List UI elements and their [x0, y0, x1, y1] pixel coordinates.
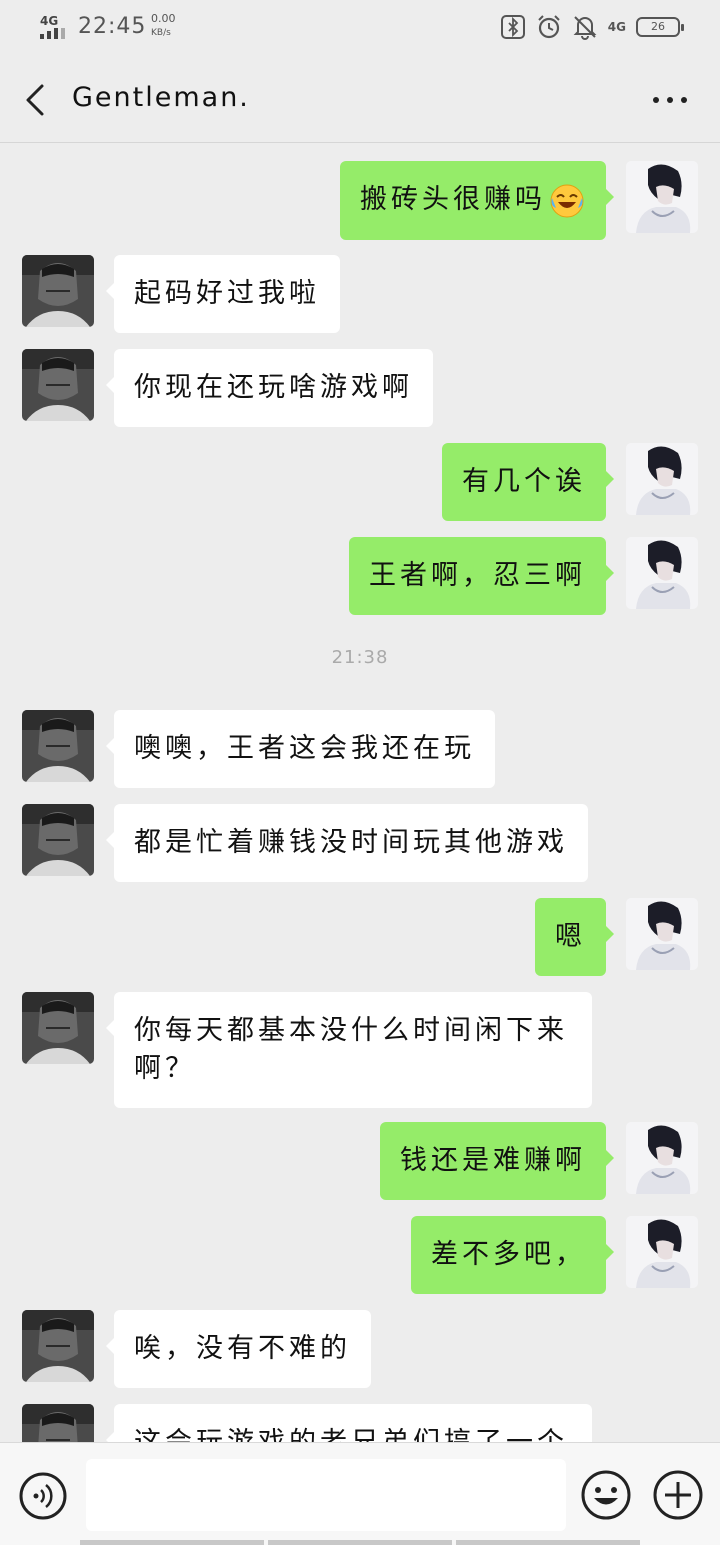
message-text: 嗯 — [555, 921, 586, 952]
message-bubble-received[interactable]: 你每天都基本没什么时间闲下来啊？ — [106, 992, 592, 1108]
message-bubble-received[interactable]: 这会玩游戏的老兄弟们搞了一个 — [106, 1404, 592, 1442]
message-text: 钱还是难赚啊 — [400, 1145, 586, 1176]
my-avatar[interactable] — [626, 1122, 698, 1194]
contact-avatar[interactable] — [22, 349, 94, 421]
my-avatar[interactable] — [626, 537, 698, 609]
message-text: 有几个诶 — [462, 466, 586, 497]
message-text: 都是忙着赚钱没时间玩其他游戏 — [134, 827, 568, 858]
chat-title: Gentleman. — [72, 82, 250, 113]
speed-value: 0.00 — [151, 12, 176, 25]
mute-bell-icon — [573, 16, 597, 40]
my-avatar[interactable] — [626, 898, 698, 970]
signal-icon — [40, 28, 65, 39]
status-icons: 4G 26 — [500, 14, 684, 40]
message-bubble-received[interactable]: 噢噢，王者这会我还在玩 — [106, 710, 495, 788]
message-list[interactable]: 搬砖头很赚吗 起码好过我啦 你现在还玩啥游戏啊 有几个诶 王者啊，忍三啊 21:… — [0, 143, 720, 1442]
network-type: 4G — [40, 14, 59, 28]
contact-avatar[interactable] — [22, 1310, 94, 1382]
status-time: 22:45 — [78, 14, 147, 39]
voice-button[interactable] — [18, 1471, 68, 1521]
message-bubble-sent[interactable]: 王者啊，忍三啊 — [349, 537, 614, 615]
message-bubble-sent[interactable]: 嗯 — [535, 898, 614, 976]
message-input[interactable] — [86, 1459, 566, 1531]
status-bar: 4G 22:45 0.00 KB/s 4G 26 — [0, 0, 720, 56]
battery-icon: 26 — [636, 17, 684, 37]
message-text: 起码好过我啦 — [134, 278, 320, 309]
message-bubble-sent[interactable]: 钱还是难赚啊 — [380, 1122, 614, 1200]
chat-header: Gentleman. — [0, 56, 720, 143]
message-text: 你现在还玩啥游戏啊 — [134, 372, 413, 403]
message-bubble-received[interactable]: 起码好过我啦 — [106, 255, 340, 333]
back-button[interactable] — [18, 80, 58, 120]
chevron-left-icon — [26, 84, 44, 116]
voice-icon — [19, 1472, 67, 1520]
my-avatar[interactable] — [626, 1216, 698, 1288]
my-avatar[interactable] — [626, 443, 698, 515]
message-text: 这会玩游戏的老兄弟们搞了一个 — [134, 1427, 568, 1442]
emoji-icon — [581, 1470, 631, 1520]
contact-avatar[interactable] — [22, 255, 94, 327]
contact-avatar[interactable] — [22, 992, 94, 1064]
system-nav-indicator — [80, 1540, 640, 1545]
message-bubble-sent[interactable]: 差不多吧， — [411, 1216, 614, 1294]
message-text: 你每天都基本没什么时间闲下来啊？ — [134, 1015, 568, 1084]
message-text: 搬砖头很赚吗 — [360, 184, 546, 215]
message-bubble-received[interactable]: 都是忙着赚钱没时间玩其他游戏 — [106, 804, 588, 882]
more-dots-icon — [653, 97, 687, 103]
message-timestamp: 21:38 — [331, 647, 389, 668]
bluetooth-icon — [500, 15, 525, 39]
contact-avatar[interactable] — [22, 710, 94, 782]
plus-icon — [653, 1470, 703, 1520]
network-speed: 0.00 KB/s — [151, 12, 176, 40]
alarm-icon — [538, 15, 560, 39]
message-bubble-sent[interactable]: 有几个诶 — [442, 443, 614, 521]
battery-level: 26 — [651, 20, 665, 33]
input-bar — [0, 1442, 720, 1545]
my-avatar[interactable] — [626, 161, 698, 233]
emoji-button[interactable] — [580, 1469, 632, 1521]
message-text: 王者啊，忍三啊 — [369, 560, 586, 591]
message-text: 差不多吧， — [431, 1239, 586, 1270]
contact-avatar[interactable] — [22, 1404, 94, 1442]
message-text: 噢噢，王者这会我还在玩 — [134, 733, 475, 764]
rolling-laughing-emoji — [550, 184, 584, 217]
network-type-right: 4G — [607, 20, 626, 34]
more-button[interactable] — [650, 84, 690, 114]
more-functions-button[interactable] — [652, 1469, 704, 1521]
message-bubble-received[interactable]: 唉，没有不难的 — [106, 1310, 371, 1388]
speed-unit: KB/s — [151, 28, 171, 38]
message-bubble-received[interactable]: 你现在还玩啥游戏啊 — [106, 349, 433, 427]
message-text: 唉，没有不难的 — [134, 1333, 351, 1364]
contact-avatar[interactable] — [22, 804, 94, 876]
message-bubble-sent[interactable]: 搬砖头很赚吗 — [340, 161, 614, 240]
